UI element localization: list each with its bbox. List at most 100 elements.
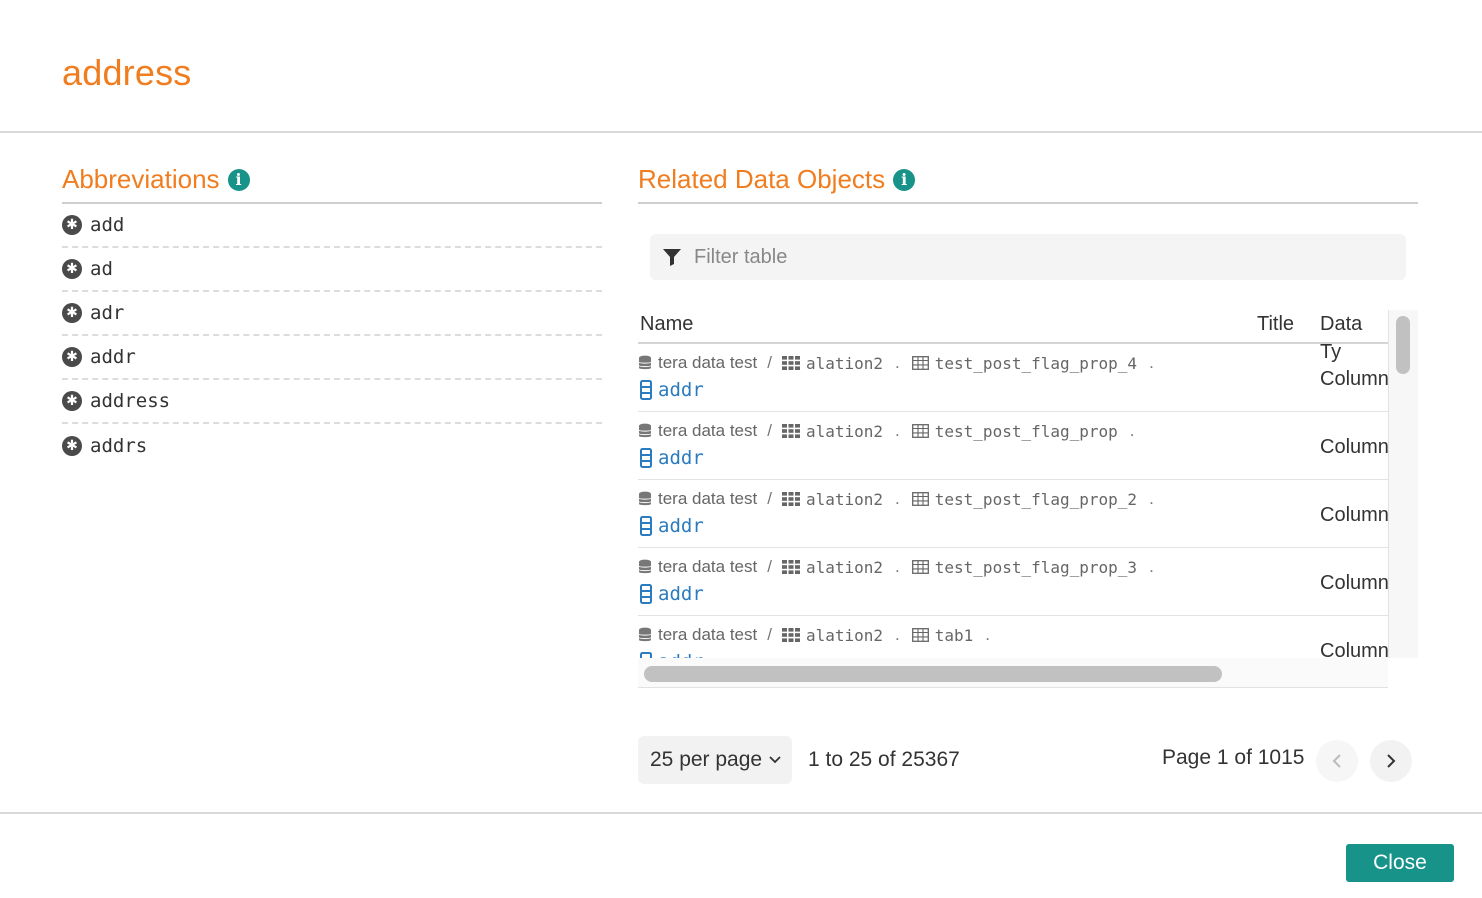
pagination-range: 1 to 25 of 25367 (808, 748, 960, 771)
horizontal-scrollbar-thumb[interactable] (644, 666, 1222, 682)
table-header: Name Title Data Ty (638, 310, 1388, 363)
datasource-link[interactable]: tera data test (658, 421, 757, 441)
filter-icon (663, 249, 681, 266)
path-separator: / (767, 421, 772, 440)
table-body: tera data test / alation2. test_post_flag_p… (638, 344, 1388, 658)
table-row: tera data test / alation2. test_post_flag_p… (638, 412, 1388, 480)
schema-grid-icon (781, 560, 800, 574)
column-icon (640, 380, 652, 400)
table-row: tera data test / alation2. test_post_flag_p… (638, 344, 1388, 412)
per-page-select[interactable]: 25 per page (638, 736, 792, 784)
datasource-link[interactable]: tera data test (658, 353, 757, 373)
column-name: addr (640, 515, 704, 537)
path-dot: . (1149, 353, 1154, 372)
info-icon[interactable]: i (227, 168, 250, 191)
related-objects-heading-text: Related Data Objects (638, 164, 886, 194)
asterisk-circle-icon: ✱ (62, 391, 82, 411)
schema-link[interactable]: alation2 (806, 490, 883, 509)
path-separator: / (767, 625, 772, 644)
column-icon (640, 584, 652, 604)
info-icon[interactable]: i (893, 168, 916, 191)
abbreviation-item: ✱ ad (62, 248, 602, 292)
database-icon (638, 491, 652, 506)
data-type-cell: Column (1320, 504, 1388, 526)
table-link[interactable]: tab1 (935, 626, 974, 645)
abbreviations-list: ✱ add ✱ ad ✱ adr ✱ addr ✱ address ✱ addrs (62, 204, 602, 468)
prev-page-button[interactable] (1316, 740, 1358, 782)
table-row: tera data test / alation2. tab1. addr Column (638, 616, 1388, 658)
schema-link[interactable]: alation2 (806, 354, 883, 373)
chevron-right-icon (1387, 754, 1396, 768)
object-path: tera data test / alation2. test_post_flag_p… (638, 557, 1166, 577)
table-icon (911, 560, 929, 574)
dialog-header: address (0, 0, 1482, 133)
abbreviation-text: ad (90, 258, 113, 280)
path-dot: . (1149, 557, 1154, 576)
asterisk-circle-icon: ✱ (62, 259, 82, 279)
related-objects-rule (638, 202, 1418, 204)
datasource-link[interactable]: tera data test (658, 557, 757, 577)
database-icon (638, 627, 652, 642)
path-separator: / (767, 557, 772, 576)
abbreviation-item: ✱ addrs (62, 424, 602, 468)
table-row: tera data test / alation2. test_post_flag_p… (638, 548, 1388, 616)
datasource-link[interactable]: tera data test (658, 625, 757, 645)
table-row: tera data test / alation2. test_post_flag_p… (638, 480, 1388, 548)
chevron-left-icon (1332, 754, 1341, 768)
filter-input[interactable] (694, 245, 1374, 269)
data-type-cell: Column (1320, 572, 1388, 594)
chevron-down-icon (769, 756, 781, 764)
schema-grid-icon (781, 356, 800, 370)
schema-link[interactable]: alation2 (806, 422, 883, 441)
dialog-title: address (62, 52, 192, 93)
column-link[interactable]: addr (658, 447, 704, 469)
asterisk-circle-icon: ✱ (62, 303, 82, 323)
table-link[interactable]: test_post_flag_prop (935, 422, 1118, 441)
next-page-button[interactable] (1370, 740, 1412, 782)
column-link[interactable]: addr (658, 651, 704, 658)
object-path: tera data test / alation2. test_post_flag_p… (638, 421, 1147, 441)
asterisk-circle-icon: ✱ (62, 436, 82, 456)
schema-link[interactable]: alation2 (806, 626, 883, 645)
path-dot: . (1149, 489, 1154, 508)
related-objects-heading: Related Data Objects i (638, 164, 916, 195)
schema-grid-icon (781, 628, 800, 642)
column-icon (640, 448, 652, 468)
abbreviation-text: address (90, 390, 171, 412)
column-header-title[interactable]: Title (1257, 310, 1294, 338)
close-button[interactable]: Close (1346, 844, 1454, 882)
abbreviations-heading: Abbreviations i (62, 164, 250, 195)
table-icon (911, 424, 929, 438)
table-link[interactable]: test_post_flag_prop_2 (935, 490, 1137, 509)
column-header-name[interactable]: Name (640, 310, 693, 338)
abbreviation-item: ✱ adr (62, 292, 602, 336)
data-type-cell: Column (1320, 640, 1388, 658)
schema-link[interactable]: alation2 (806, 558, 883, 577)
abbreviation-item: ✱ address (62, 380, 602, 424)
column-link[interactable]: addr (658, 379, 704, 401)
path-dot: . (985, 625, 991, 644)
object-path: tera data test / alation2. tab1. (638, 625, 1002, 645)
column-icon (640, 516, 652, 536)
table-icon (911, 492, 929, 506)
column-name: addr (640, 651, 704, 658)
path-dot: . (895, 421, 900, 440)
column-name: addr (640, 447, 704, 469)
table-link[interactable]: test_post_flag_prop_4 (935, 354, 1137, 373)
table-link[interactable]: test_post_flag_prop_3 (935, 558, 1137, 577)
vertical-scrollbar-thumb[interactable] (1396, 316, 1410, 374)
abbreviation-text: addr (90, 346, 136, 368)
abbreviation-text: adr (90, 302, 125, 324)
column-link[interactable]: addr (658, 583, 704, 605)
path-dot: . (895, 489, 900, 508)
page-info: Page 1 of 1015 (1162, 746, 1305, 769)
column-link[interactable]: addr (658, 515, 704, 537)
path-dot: . (895, 625, 900, 644)
object-path: tera data test / alation2. test_post_flag_p… (638, 489, 1166, 509)
datasource-link[interactable]: tera data test (658, 489, 757, 509)
table-icon (911, 356, 929, 370)
schema-grid-icon (781, 424, 800, 438)
filter-bar[interactable] (650, 234, 1406, 280)
column-name: addr (640, 379, 704, 401)
abbreviation-item: ✱ add (62, 204, 602, 248)
